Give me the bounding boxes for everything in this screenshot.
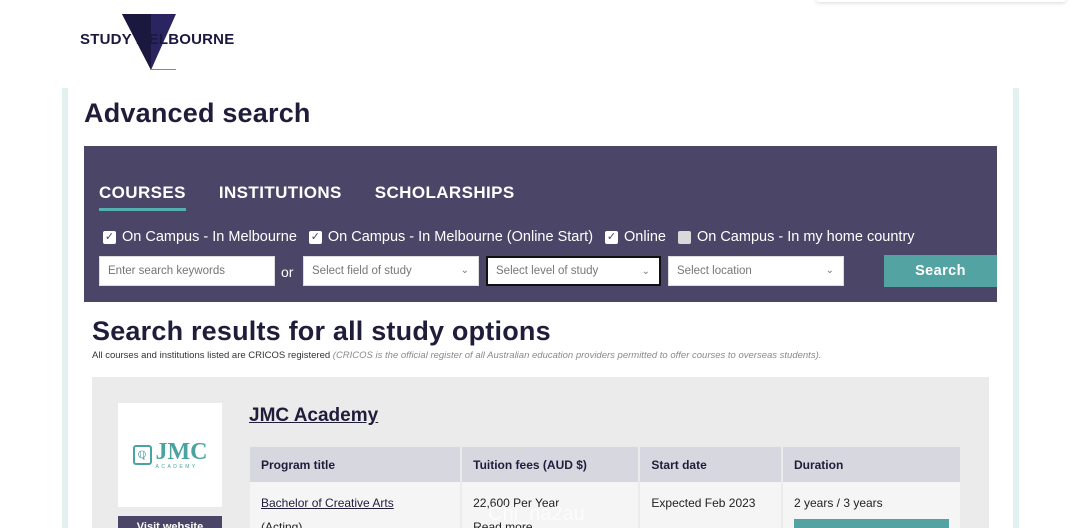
field-of-study-select[interactable]: Select field of study ⌄ [303,256,479,286]
fee-cell: 22,600 Per Year Read more [461,482,641,528]
option-label: On Campus - In Melbourne (Online Start) [327,229,594,245]
level-of-study-value: Select level of study [496,265,599,277]
institution-logo[interactable]: ℚ JMC ACADEMY [118,403,222,507]
level-of-study-select[interactable]: Select level of study ⌄ [486,256,661,286]
chevron-down-icon: ⌄ [825,265,834,276]
program-table: Program title Tuition fees (AUD $) Start… [250,447,963,528]
jmc-mark-icon: ℚ [132,445,152,465]
checkbox-checked-icon[interactable]: ✓ [103,230,116,244]
field-of-study-value: Select field of study [312,265,412,277]
program-cell: Bachelor of Creative Arts (Acting) [250,482,463,528]
option-online[interactable]: ✓ Online [605,229,666,245]
start-date-cell: Expected Feb 2023 [639,482,783,528]
search-panel: COURSES INSTITUTIONS SCHOLARSHIPS ✓ On C… [84,146,997,302]
tab-institutions[interactable]: INSTITUTIONS [219,183,342,211]
option-label: Online [624,229,666,245]
program-subtitle: (Acting) [261,520,303,528]
column-header: Start date [639,447,783,482]
logo-underline [150,69,176,70]
institution-name-link[interactable]: JMC Academy [249,405,378,427]
tab-scholarships[interactable]: SCHOLARSHIPS [375,183,515,211]
option-on-campus-melbourne[interactable]: ✓ On Campus - In Melbourne [103,229,297,245]
location-value: Select location [677,265,752,277]
institution-card: ℚ JMC ACADEMY Visit website JMC Academy … [92,377,989,528]
table-row: Bachelor of Creative Arts (Acting) 22,60… [250,482,963,528]
checkbox-checked-icon[interactable]: ✓ [308,230,322,244]
program-title-link[interactable]: Bachelor of Creative Arts [261,491,449,515]
cricos-note: All courses and institutions listed are … [92,350,821,361]
search-tabs: COURSES INSTITUTIONS SCHOLARSHIPS [99,183,515,211]
keywords-field[interactable] [99,256,275,286]
study-melbourne-logo[interactable]: STUDY MELBOURNE [80,12,240,74]
search-button[interactable]: Search [884,255,997,287]
fee-value: 22,600 Per Year [473,496,560,510]
study-option-checkboxes: ✓ On Campus - In Melbourne ✓ On Campus -… [103,229,919,245]
cricos-note-explanation: (CRICOS is the official register of all … [332,350,822,361]
search-keywords-input[interactable] [108,265,274,277]
column-header: Program title [250,447,463,482]
location-select[interactable]: Select location ⌄ [668,256,844,286]
results-title: Search results for all study options [92,316,551,346]
checkbox-unchecked-icon[interactable] [677,230,691,244]
duration-value: 2 years / 3 years [793,496,883,510]
option-home-country[interactable]: On Campus - In my home country [677,229,915,245]
option-on-campus-online-start[interactable]: ✓ On Campus - In Melbourne (Online Start… [308,229,594,245]
checkbox-checked-icon[interactable]: ✓ [605,230,619,244]
jmc-logo-text: JMC [155,438,208,465]
jmc-logo-subtext: ACADEMY [155,463,198,470]
logo-text: STUDY MELBOURNE [80,31,235,48]
chevron-down-icon: ⌄ [460,265,469,276]
visit-website-button[interactable]: Visit website [118,516,222,528]
cricos-note-text: All courses and institutions listed are … [92,350,331,361]
or-label: or [281,264,294,280]
option-label: On Campus - In my home country [696,229,915,245]
top-right-shadow [816,0,1066,2]
read-more-link[interactable]: Read more [473,515,627,528]
tab-courses[interactable]: COURSES [99,183,186,211]
page-title: Advanced search [84,98,311,128]
column-header: Tuition fees (AUD $) [461,447,641,482]
chevron-down-icon: ⌄ [641,266,650,277]
duration-cell: 2 years / 3 years [781,482,963,528]
option-label: On Campus - In Melbourne [122,229,297,245]
program-action-button[interactable] [793,519,949,528]
column-header: Duration [781,447,963,482]
jmc-logo: ℚ JMC ACADEMY [132,438,208,470]
